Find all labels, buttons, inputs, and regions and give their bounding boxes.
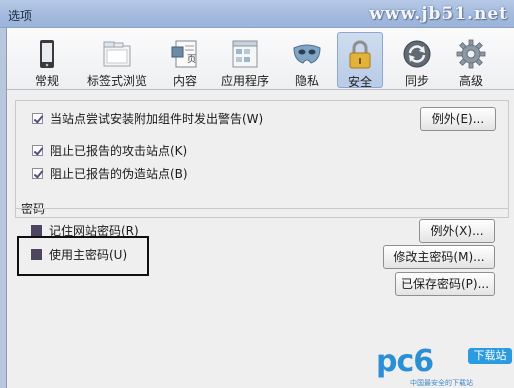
site-logo: pc6 下载站 中国最安全的下载站 (376, 344, 514, 388)
sync-icon (403, 40, 431, 68)
tab-content[interactable]: 页 内容 (163, 32, 207, 88)
watermark-text: www.jb51.net (369, 4, 508, 24)
tab-applications[interactable]: 应用程序 (213, 32, 277, 88)
password-exceptions-button[interactable]: 例外(X)... (419, 219, 495, 243)
addon-exceptions-button[interactable]: 例外(E)... (420, 107, 496, 131)
document-icon: 页 (171, 40, 197, 68)
logo-tagline: 中国最安全的下载站 (410, 379, 473, 387)
logo-badge: 下载站 (468, 348, 512, 364)
tab-security[interactable]: 安全 (337, 32, 383, 89)
tab-general[interactable]: 常规 (23, 32, 71, 88)
options-window: 常规 标签式浏览 页 内容 应用程序 隐私 安全 同步 高级 当站点尝试安装附加… (6, 28, 514, 388)
remember-passwords-checkbox[interactable] (31, 225, 42, 236)
warn-addons-checkbox[interactable] (32, 113, 43, 124)
tab-advanced-label: 高级 (458, 74, 483, 88)
tab-sync[interactable]: 同步 (393, 32, 441, 88)
logo-brand: pc6 (376, 344, 434, 379)
block-attack-checkbox[interactable] (32, 145, 43, 156)
tab-content-label: 内容 (172, 74, 197, 88)
tab-sync-label: 同步 (404, 74, 429, 88)
folder-tabs-icon (103, 41, 131, 67)
device-icon (40, 40, 54, 68)
preferences-toolbar: 常规 标签式浏览 页 内容 应用程序 隐私 安全 同步 高级 (7, 28, 514, 90)
padlock-icon (349, 40, 371, 69)
tab-tabbed-browsing-label: 标签式浏览 (86, 74, 147, 88)
block-forgery-checkbox[interactable] (32, 168, 43, 179)
tab-privacy[interactable]: 隐私 (283, 32, 331, 88)
warn-addons-label: 当站点尝试安装附加组件时发出警告(W) (50, 112, 264, 126)
saved-passwords-button[interactable]: 已保存密码(P)... (395, 272, 495, 296)
applications-icon (232, 40, 258, 68)
tab-security-label: 安全 (347, 75, 372, 89)
title-bar: 选项 www.jb51.net (0, 0, 514, 28)
mask-icon (293, 44, 321, 64)
tab-applications-label: 应用程序 (220, 74, 269, 88)
tab-tabbed-browsing[interactable]: 标签式浏览 (79, 32, 155, 88)
tab-general-label: 常规 (34, 74, 59, 88)
block-attack-label: 阻止已报告的攻击站点(K) (50, 144, 188, 158)
security-group: 当站点尝试安装附加组件时发出警告(W) 例外(E)... 阻止已报告的攻击站点(… (15, 100, 509, 218)
svg-text:页: 页 (187, 54, 196, 65)
gear-icon (456, 39, 486, 69)
window-title: 选项 (8, 9, 33, 23)
annotation-highlight-box (17, 236, 149, 276)
change-master-password-button[interactable]: 修改主密码(M)... (383, 245, 495, 269)
tab-privacy-label: 隐私 (294, 74, 319, 88)
tab-advanced[interactable]: 高级 (447, 32, 495, 88)
block-forgery-label: 阻止已报告的伪造站点(B) (50, 167, 188, 181)
